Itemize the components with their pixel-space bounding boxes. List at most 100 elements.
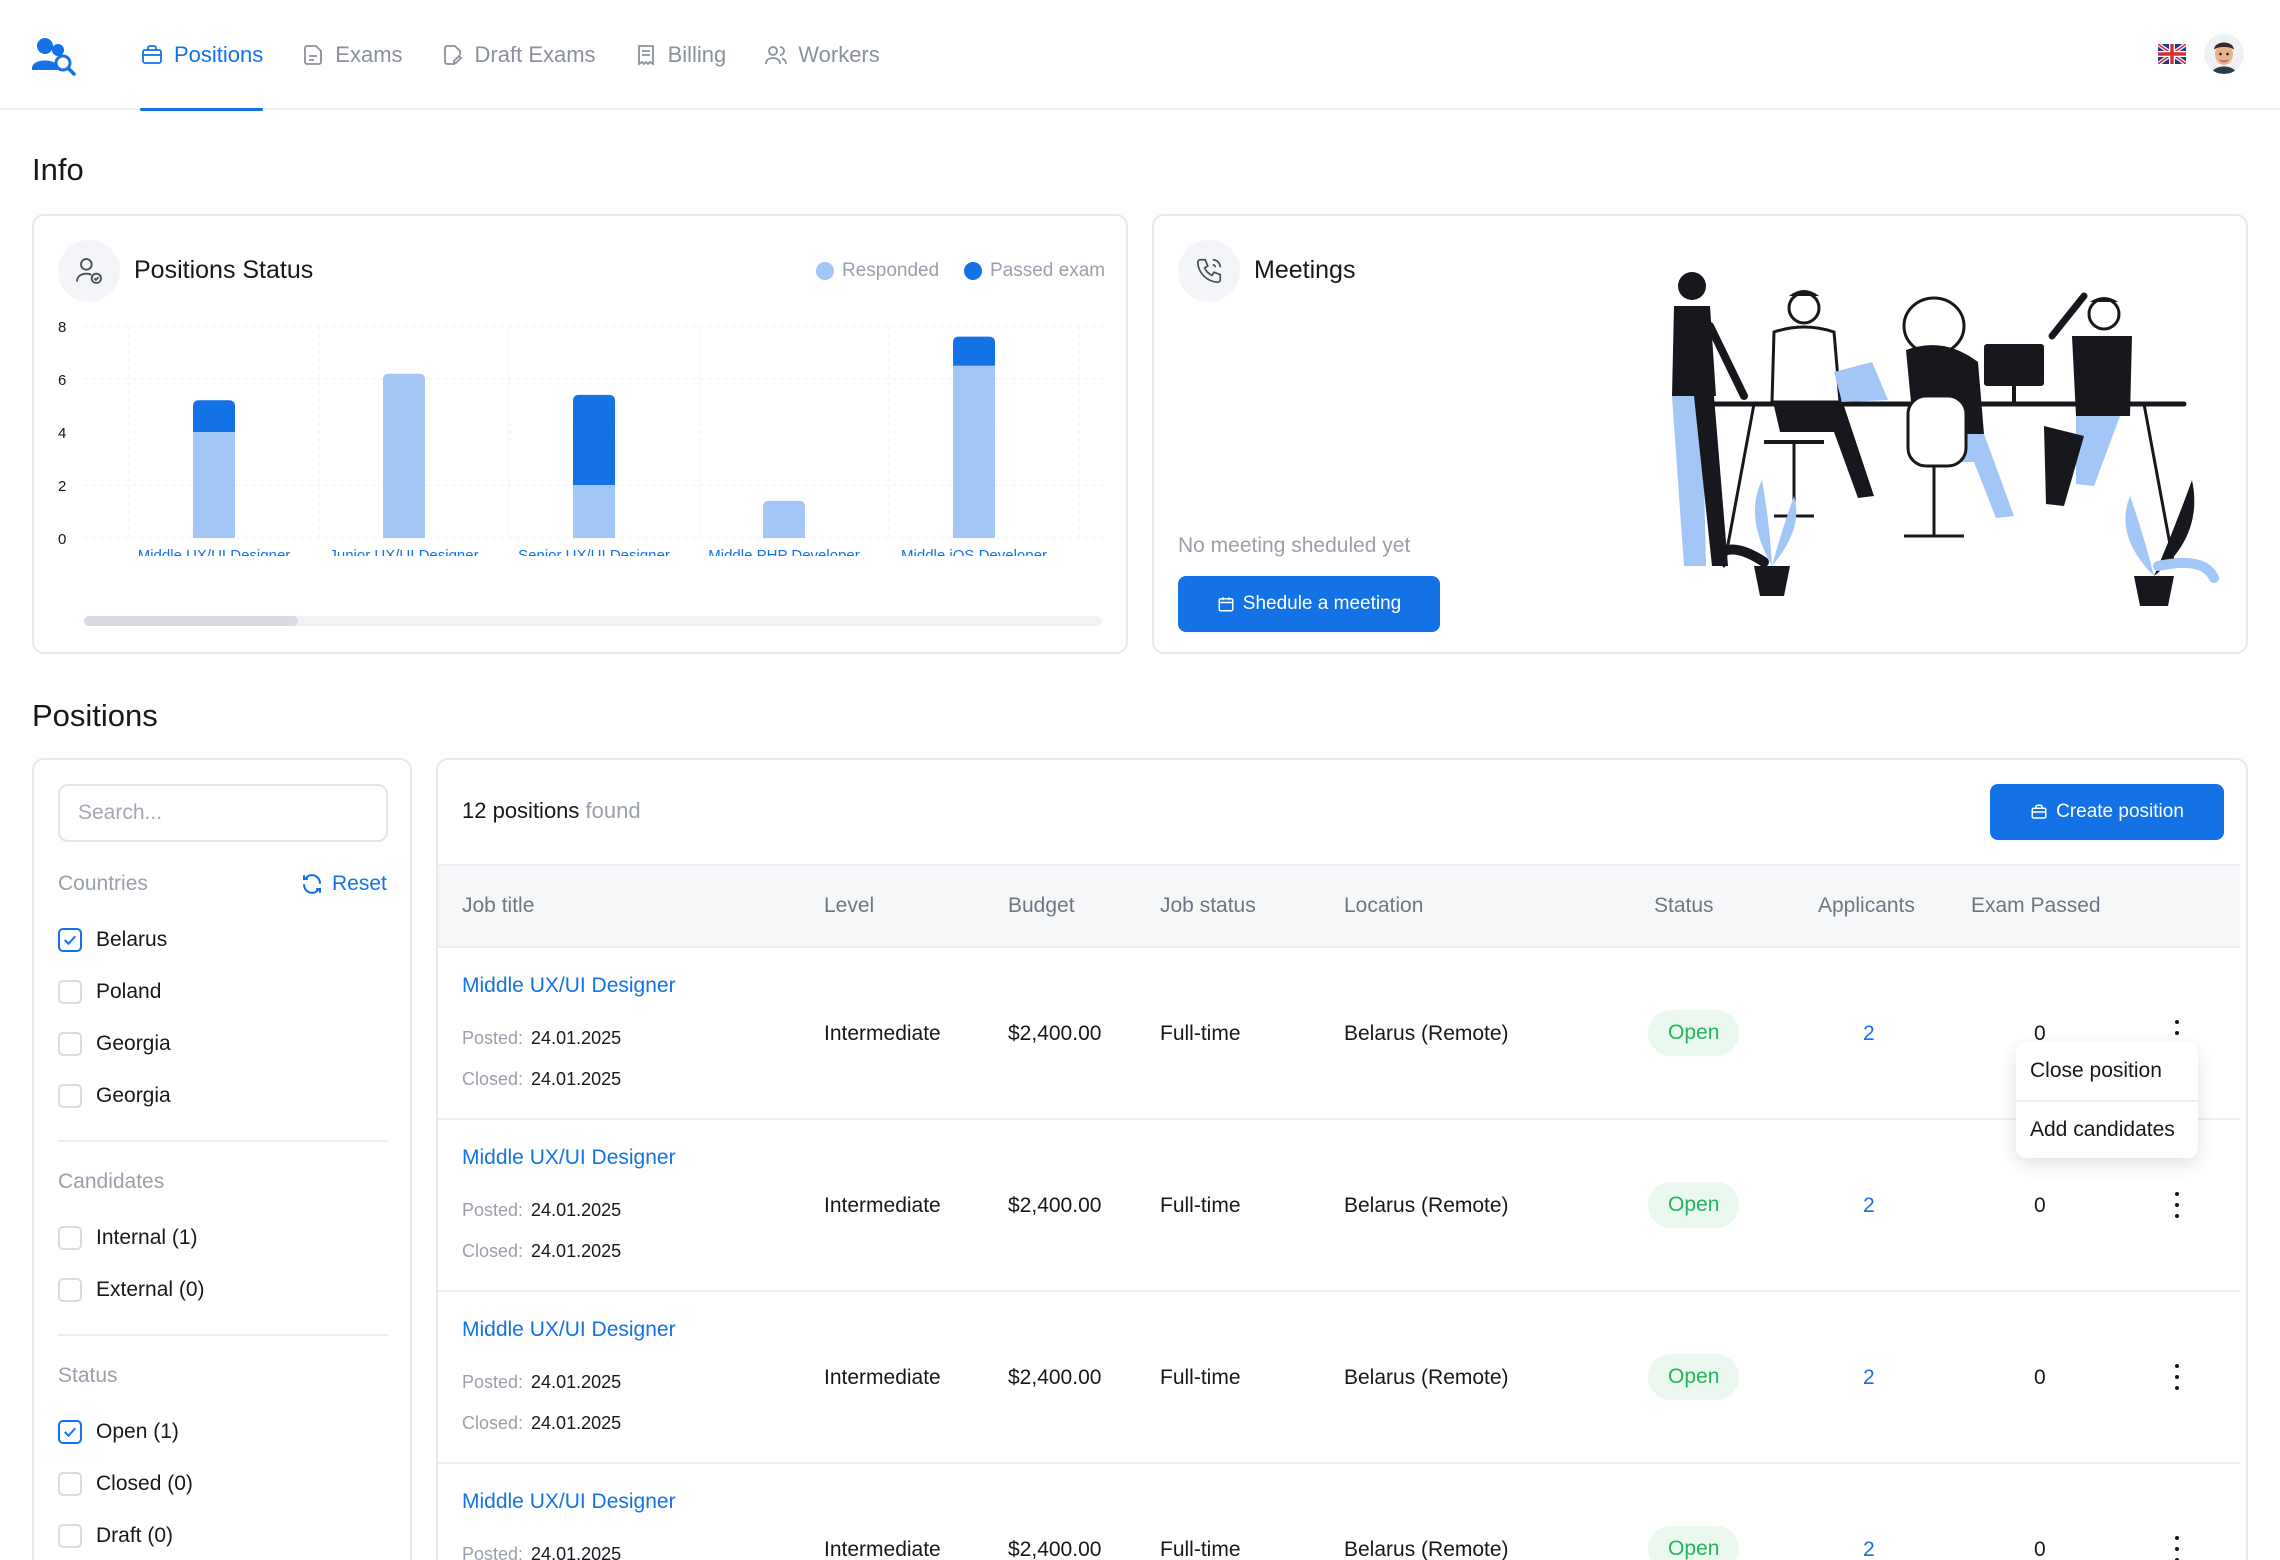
filter-status-open[interactable]: Open (1) (58, 1420, 179, 1444)
job-status-cell: Full-time (1160, 1538, 1241, 1560)
filter-option-label: Internal (1) (96, 1226, 198, 1249)
chart-bar (193, 400, 235, 432)
filter-country-georgia[interactable]: Georgia (58, 1032, 171, 1056)
col-exam-passed[interactable]: Exam Passed (1971, 894, 2101, 918)
search-input[interactable] (58, 784, 388, 842)
user-avatar[interactable] (2204, 34, 2244, 74)
exam-passed-cell: 0 (2034, 1538, 2046, 1560)
checkbox[interactable] (58, 980, 82, 1004)
applicants-link[interactable]: 2 (1863, 1022, 1875, 1046)
nav-exams[interactable]: Exams (301, 0, 403, 110)
filter-candidates-internal[interactable]: Internal (1) (58, 1226, 198, 1250)
job-title-link[interactable]: Middle UX/UI Designer (462, 1146, 676, 1170)
closed-value: 24.01.2025 (531, 1069, 622, 1089)
posted-date: Posted: 24.01.2025 (462, 1372, 621, 1393)
user-check-icon (58, 240, 120, 302)
check-icon (64, 1427, 76, 1438)
nav-label: Billing (667, 42, 727, 67)
avatar-face-icon (2212, 42, 2236, 74)
checkbox[interactable] (58, 1472, 82, 1496)
chart-scrollbar-track[interactable] (84, 616, 1102, 626)
status-badge: Open (1648, 1526, 1740, 1560)
positions-status-chart: 0 2 4 6 8 Middle UX/UI Designer Junior UX/UI D… (58, 319, 1104, 556)
row-actions-kebab-icon[interactable] (2172, 1364, 2182, 1390)
positions-status-card: Positions Status Responded Passed exam 0… (32, 214, 1128, 654)
col-status[interactable]: Status (1654, 894, 1714, 918)
posted-label: Posted: (462, 1372, 524, 1392)
chart-bar (573, 485, 615, 538)
job-status-cell: Full-time (1160, 1022, 1241, 1045)
closed-date: Closed: 24.01.2025 (462, 1069, 621, 1090)
col-location[interactable]: Location (1344, 894, 1423, 918)
posted-value: 24.01.2025 (531, 1372, 622, 1392)
filter-country-belarus[interactable]: Belarus (58, 928, 167, 952)
chart-bar (193, 432, 235, 538)
nav-billing[interactable]: Billing (634, 0, 727, 110)
document-icon (304, 45, 323, 65)
applicants-link[interactable]: 2 (1863, 1538, 1875, 1560)
table-row: Middle UX/UI Designer Posted: 24.01.2025 … (438, 1120, 2240, 1292)
closed-label: Closed: (462, 1069, 524, 1089)
x-tick-label: Junior UX/UI Designer (329, 547, 478, 556)
filter-country-georgia-2[interactable]: Georgia (58, 1084, 171, 1108)
chart-bar (953, 336, 995, 366)
checkbox[interactable] (58, 1524, 82, 1548)
row-actions-kebab-icon[interactable] (2172, 1536, 2182, 1560)
col-applicants[interactable]: Applicants (1818, 894, 1915, 918)
filter-candidates-external[interactable]: External (0) (58, 1278, 205, 1302)
filter-status-closed[interactable]: Closed (0) (58, 1472, 193, 1496)
closed-label: Closed: (462, 1413, 524, 1433)
location-cell: Belarus (Remote) (1344, 1366, 1509, 1389)
col-job-status[interactable]: Job status (1160, 894, 1256, 918)
schedule-meeting-button[interactable]: Shedule a meeting (1178, 576, 1440, 632)
job-title-link[interactable]: Middle UX/UI Designer (462, 1318, 676, 1342)
budget-cell: $2,400.00 (1008, 1538, 1102, 1560)
close-position-menu-item[interactable]: Close position (2016, 1042, 2198, 1100)
checkbox[interactable] (58, 1084, 82, 1108)
nav-workers[interactable]: Workers (764, 0, 880, 110)
add-candidates-menu-item[interactable]: Add candidates (2016, 1100, 2198, 1158)
chart-scrollbar-thumb[interactable] (84, 616, 298, 626)
applicants-link[interactable]: 2 (1863, 1366, 1875, 1390)
filter-option-label: Closed (0) (96, 1472, 193, 1495)
y-tick-label: 4 (58, 425, 66, 442)
checkbox[interactable] (58, 928, 82, 952)
checkbox[interactable] (58, 1278, 82, 1302)
budget-cell: $2,400.00 (1008, 1022, 1102, 1045)
filter-option-label: Belarus (96, 928, 168, 951)
posted-value: 24.01.2025 (531, 1544, 622, 1560)
job-title-link[interactable]: Middle UX/UI Designer (462, 974, 676, 998)
col-job-title[interactable]: Job title (462, 894, 534, 918)
uk-flag-icon[interactable] (2158, 44, 2186, 64)
checkbox[interactable] (58, 1226, 82, 1250)
positions-count: 12 positions found (462, 798, 641, 824)
legend-swatch (816, 262, 834, 280)
filter-option-label: Open (1) (96, 1420, 179, 1443)
x-tick-label: Senior UX/UI Designer (518, 547, 670, 556)
row-actions-kebab-icon[interactable] (2172, 1192, 2182, 1218)
filter-status-draft[interactable]: Draft (0) (58, 1524, 173, 1548)
filter-country-poland[interactable]: Poland (58, 980, 161, 1004)
job-title-link[interactable]: Middle UX/UI Designer (462, 1490, 676, 1514)
applicants-link[interactable]: 2 (1863, 1194, 1875, 1218)
reset-button[interactable]: Reset (300, 872, 387, 896)
closed-date: Closed: 24.01.2025 (462, 1413, 621, 1434)
checkbox[interactable] (58, 1420, 82, 1444)
x-tick-label: Middle PHP Developer (708, 547, 859, 556)
count-suffix: found (585, 798, 641, 823)
top-navigation-bar: Positions Exams Draft Exams Billing Work… (0, 0, 2280, 111)
document-edit-icon (443, 45, 462, 65)
no-meeting-text: No meeting sheduled yet (1178, 534, 1411, 557)
closed-label: Closed: (462, 1241, 524, 1261)
posted-label: Posted: (462, 1028, 524, 1048)
logo-icon[interactable] (32, 36, 76, 76)
col-budget[interactable]: Budget (1008, 894, 1075, 918)
nav-positions[interactable]: Positions (140, 0, 264, 111)
col-level[interactable]: Level (824, 894, 874, 918)
filter-option-label: External (0) (96, 1278, 205, 1301)
count-value: 12 positions (462, 798, 580, 823)
checkbox[interactable] (58, 1032, 82, 1056)
nav-draft-exams[interactable]: Draft Exams (441, 0, 596, 110)
create-position-button[interactable]: Create position (1990, 784, 2224, 840)
level-cell: Intermediate (824, 1194, 941, 1217)
